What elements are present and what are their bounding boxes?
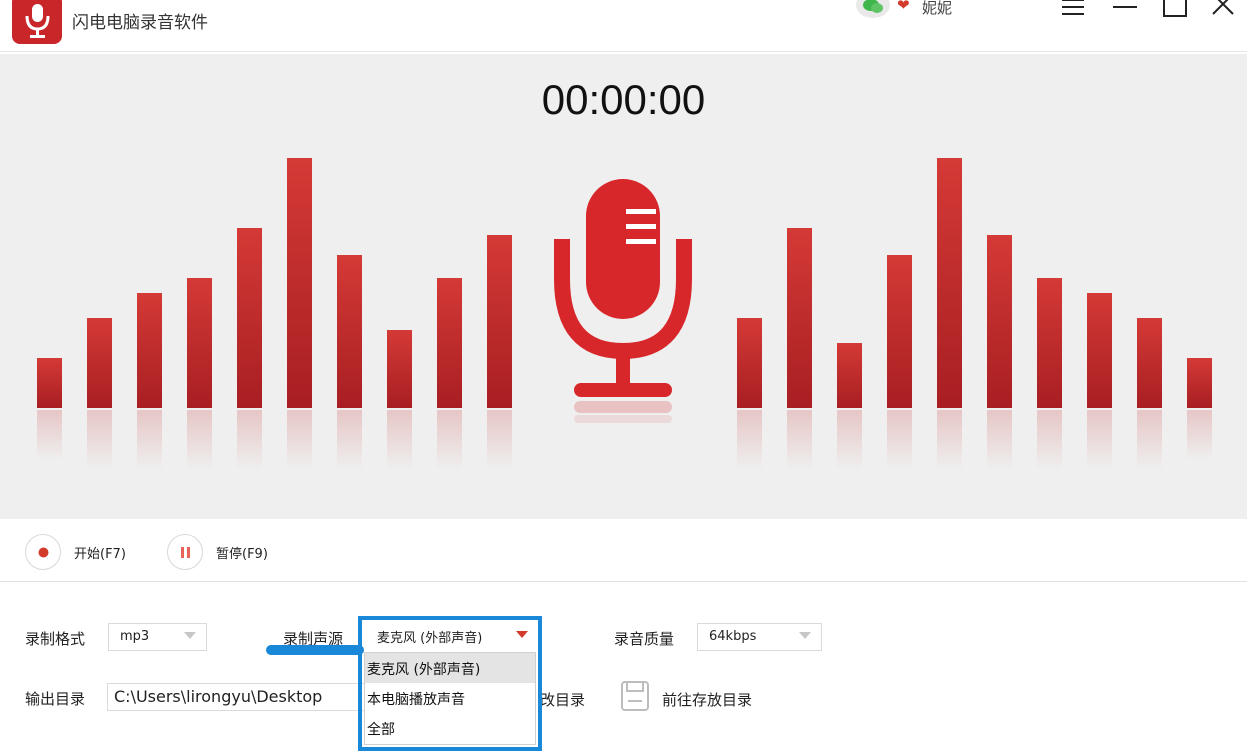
level-bar-left-6 [287,158,312,408]
level-bar-left-5 [237,228,262,408]
level-bar-left-8 [387,330,412,408]
vip-heart-icon: ❤ [897,0,910,14]
level-bar-reflection-left-6 [287,410,312,470]
quality-select[interactable]: 64kbps [697,623,822,651]
level-bar-reflection-left-2 [87,410,112,470]
source-option-all[interactable]: 全部 [365,713,535,743]
level-bar-reflection-right-1 [737,410,762,470]
menu-icon[interactable] [1058,0,1088,24]
app-title: 闪电电脑录音软件 [72,13,208,33]
level-bar-right-2 [787,228,812,408]
goto-dir-button[interactable]: 前往存放目录 [662,689,752,710]
level-bar-reflection-left-10 [487,410,512,470]
start-record-label[interactable]: 开始(F7) [74,543,126,562]
level-bar-reflection-left-8 [387,410,412,470]
level-bar-right-10 [1187,358,1212,408]
level-bar-reflection-right-4 [887,410,912,470]
level-bar-reflection-right-6 [987,410,1012,470]
audio-visualizer: 00:00:00 [0,54,1247,519]
level-bar-left-4 [187,278,212,408]
quality-label: 录音质量 [614,630,675,648]
highlight-marker [266,645,364,655]
user-name[interactable]: 妮妮 [922,0,952,18]
level-bar-reflection-right-2 [787,410,812,470]
change-dir-button-label[interactable]: 改目录 [540,689,585,710]
level-bar-right-8 [1087,293,1112,408]
chevron-down-icon [516,631,528,638]
close-icon[interactable] [1208,0,1238,24]
level-bar-left-7 [337,255,362,408]
level-bar-reflection-left-4 [187,410,212,470]
control-toolbar: 开始(F7) 暂停(F9) [0,519,1247,582]
level-bar-left-1 [37,358,62,408]
output-dir-label: 输出目录 [25,690,86,708]
app-window: 闪电电脑录音软件 ❤ 妮妮 00:00:00 开始(F7) 暂停(F9) 录制格… [0,0,1247,751]
level-bar-reflection-right-7 [1037,410,1062,470]
source-option-microphone[interactable]: 麦克风 (外部声音) [365,653,535,683]
maximize-icon[interactable] [1160,0,1190,24]
level-bar-reflection-right-9 [1137,410,1162,470]
level-bar-reflection-right-5 [937,410,962,470]
folder-save-icon[interactable] [620,680,650,712]
output-dir-input[interactable]: C:\Users\lirongyu\Desktop [107,683,369,711]
source-dropdown-list: 麦克风 (外部声音) 本电脑播放声音 全部 [364,652,536,745]
level-bar-reflection-right-8 [1087,410,1112,470]
quality-select-value: 64kbps [709,629,757,644]
level-bar-reflection-right-10 [1187,410,1212,460]
recording-timer: 00:00:00 [541,76,706,123]
level-bar-reflection-left-5 [237,410,262,470]
level-bar-left-10 [487,235,512,408]
level-bar-reflection-left-7 [337,410,362,470]
format-select-value: mp3 [120,629,150,644]
format-select[interactable]: mp3 [108,623,207,651]
level-bar-right-7 [1037,278,1062,408]
level-bar-left-9 [437,278,462,408]
level-bar-right-4 [887,255,912,408]
pause-record-button[interactable] [167,534,203,570]
level-bar-reflection-left-9 [437,410,462,470]
chevron-down-icon [184,632,196,639]
level-bar-right-1 [737,318,762,408]
source-option-system-audio[interactable]: 本电脑播放声音 [365,683,535,713]
chevron-down-icon [799,632,811,639]
microphone-logo-icon [12,0,62,44]
format-label: 录制格式 [25,630,86,648]
level-bar-reflection-left-3 [137,410,162,470]
wechat-icon[interactable] [856,0,890,18]
level-bar-right-5 [937,158,962,408]
pause-record-label[interactable]: 暂停(F9) [216,543,268,562]
microphone-icon [552,179,694,428]
source-select[interactable]: 麦克风 (外部声音) [366,622,534,650]
level-bar-reflection-right-3 [837,410,862,470]
title-bar: 闪电电脑录音软件 ❤ 妮妮 [0,0,1247,52]
level-bar-reflection-left-1 [37,410,62,460]
level-bar-right-3 [837,343,862,408]
source-select-value: 麦克风 (外部声音) [377,631,483,646]
level-bar-left-2 [87,318,112,408]
level-bar-right-9 [1137,318,1162,408]
level-bar-left-3 [137,293,162,408]
minimize-icon[interactable] [1110,0,1140,24]
level-bar-right-6 [987,235,1012,408]
start-record-button[interactable] [25,534,61,570]
